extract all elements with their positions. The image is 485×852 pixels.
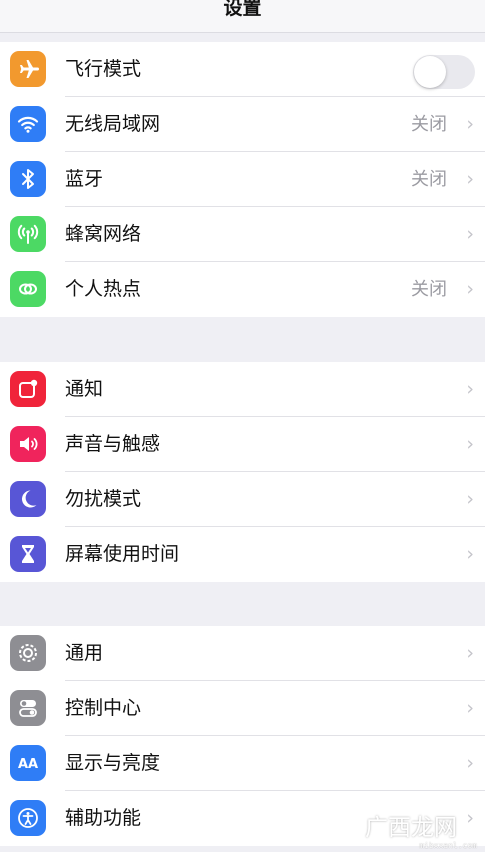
nav-bar: 设置 (0, 0, 485, 33)
svg-text:AA: AA (18, 757, 38, 772)
settings-row-do-not-disturb[interactable]: 勿扰模式 › (0, 472, 485, 527)
notifications-group: 通知 › 声音与触感 › 勿扰模式 › 屏幕使用时间 › (0, 362, 485, 582)
settings-row-control-center[interactable]: 控制中心 › (0, 681, 485, 736)
wifi-icon (10, 106, 46, 142)
cellular-label: 蜂窝网络 (65, 223, 142, 245)
hourglass-icon (10, 536, 46, 572)
toggle-knob (414, 56, 446, 88)
watermark-url: mibxxanl.com (419, 841, 477, 850)
accessibility-label: 辅助功能 (65, 807, 142, 829)
connectivity-group: 飞行模式 无线局域网 关闭 › 蓝牙 关闭 › 蜂窝网络 › 个人热点 关闭 › (0, 42, 485, 317)
chevron-right-icon: › (466, 543, 474, 565)
gear-icon (10, 635, 46, 671)
chevron-right-icon: › (466, 697, 474, 719)
hotspot-status: 关闭 (411, 279, 447, 300)
general-label: 通用 (65, 642, 104, 664)
bluetooth-label: 蓝牙 (65, 168, 104, 190)
settings-row-screen-time[interactable]: 屏幕使用时间 › (0, 527, 485, 582)
settings-row-airplane-mode[interactable]: 飞行模式 (0, 42, 485, 97)
chevron-right-icon: › (466, 223, 474, 245)
chevron-right-icon: › (466, 488, 474, 510)
moon-icon (10, 481, 46, 517)
accessibility-icon (10, 800, 46, 836)
speaker-icon (10, 426, 46, 462)
wifi-status: 关闭 (411, 114, 447, 135)
watermark-logo: 广西龙网 (365, 815, 457, 841)
airplane-mode-toggle[interactable] (413, 55, 475, 89)
display-brightness-label: 显示与亮度 (65, 752, 161, 774)
hotspot-label: 个人热点 (65, 278, 142, 300)
chevron-right-icon: › (466, 113, 474, 135)
settings-row-cellular[interactable]: 蜂窝网络 › (0, 207, 485, 262)
settings-row-bluetooth[interactable]: 蓝牙 关闭 › (0, 152, 485, 207)
chevron-right-icon: › (466, 807, 474, 829)
wifi-label: 无线局域网 (65, 113, 161, 135)
bluetooth-status: 关闭 (411, 169, 447, 190)
settings-row-wifi[interactable]: 无线局域网 关闭 › (0, 97, 485, 152)
notification-icon (10, 371, 46, 407)
chevron-right-icon: › (466, 752, 474, 774)
text-size-icon: AA (10, 745, 46, 781)
airplane-icon (10, 51, 46, 87)
sounds-label: 声音与触感 (65, 433, 161, 455)
settings-row-hotspot[interactable]: 个人热点 关闭 › (0, 262, 485, 317)
chevron-right-icon: › (466, 642, 474, 664)
chevron-right-icon: › (466, 433, 474, 455)
settings-row-sounds[interactable]: 声音与触感 › (0, 417, 485, 472)
notifications-label: 通知 (65, 378, 104, 400)
do-not-disturb-label: 勿扰模式 (65, 488, 142, 510)
hotspot-icon (10, 271, 46, 307)
bluetooth-icon (10, 161, 46, 197)
chevron-right-icon: › (466, 168, 474, 190)
settings-row-display-brightness[interactable]: AA 显示与亮度 › (0, 736, 485, 791)
control-center-label: 控制中心 (65, 697, 142, 719)
antenna-icon (10, 216, 46, 252)
page-title: 设置 (223, 0, 262, 19)
airplane-mode-label: 飞行模式 (65, 58, 142, 80)
chevron-right-icon: › (466, 378, 474, 400)
settings-row-notifications[interactable]: 通知 › (0, 362, 485, 417)
screen-time-label: 屏幕使用时间 (65, 543, 180, 565)
chevron-right-icon: › (466, 278, 474, 300)
switches-icon (10, 690, 46, 726)
settings-row-general[interactable]: 通用 › (0, 626, 485, 681)
